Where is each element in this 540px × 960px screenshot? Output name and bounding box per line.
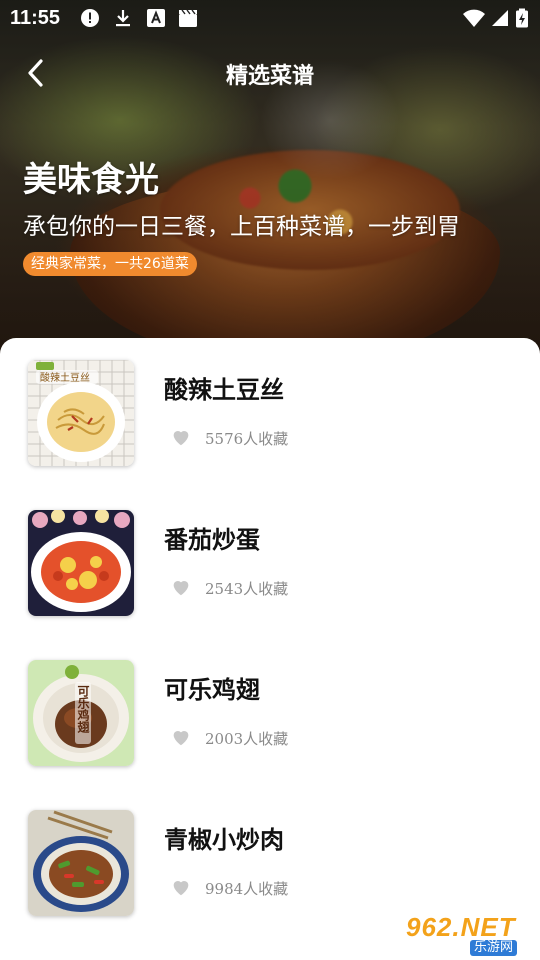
alert-icon (80, 8, 100, 28)
recipe-name: 青椒小炒肉 (164, 825, 284, 854)
site-watermark: 962.NET 乐游网 (402, 912, 534, 956)
list-item-recipe[interactable]: 番茄炒蛋 2543人收藏 (0, 488, 540, 638)
heart-icon (173, 731, 189, 746)
hero-title: 美味食光 (23, 160, 159, 200)
favorite-count: 2003人收藏 (205, 730, 289, 748)
watermark-site-name: 乐游网 (470, 940, 518, 956)
list-item-recipe[interactable]: 酸辣土豆丝 酸辣土豆丝 5576人收藏 (0, 338, 540, 488)
battery-icon (515, 8, 529, 28)
favorite-button[interactable] (170, 426, 192, 448)
page-title: 精选菜谱 (225, 64, 314, 89)
favorite-button[interactable] (170, 576, 192, 598)
wifi-icon (462, 8, 486, 28)
download-icon (113, 8, 133, 28)
recipe-thumbnail: 酸辣土豆丝 (28, 360, 134, 466)
recipe-list: 酸辣土豆丝 酸辣土豆丝 5576人收藏 番茄炒蛋 2543人收藏 可乐鸡翅 可乐… (0, 338, 540, 960)
hero-subtitle: 承包你的一日三餐，上百种菜谱，一步到胃 (23, 214, 460, 240)
thumbnail-caption: 可乐鸡翅 (76, 685, 90, 734)
recipe-thumbnail (28, 510, 134, 616)
favorite-count: 2543人收藏 (205, 580, 289, 598)
favorite-count: 5576人收藏 (205, 430, 289, 448)
heart-icon (173, 581, 189, 596)
recipe-count-badge: 经典家常菜，一共26道菜 (23, 252, 197, 276)
signal-icon (490, 8, 510, 28)
recipe-name: 番茄炒蛋 (164, 525, 260, 554)
text-a-icon (146, 8, 166, 28)
clapperboard-icon (178, 8, 198, 28)
recipe-name: 可乐鸡翅 (164, 675, 260, 704)
recipe-name: 酸辣土豆丝 (164, 375, 284, 404)
favorite-button[interactable] (170, 726, 192, 748)
heart-icon (173, 881, 189, 896)
favorite-count: 9984人收藏 (205, 880, 289, 898)
recipe-thumbnail: 可乐鸡翅 (28, 660, 134, 766)
heart-icon (173, 431, 189, 446)
list-item-recipe[interactable]: 可乐鸡翅 可乐鸡翅 2003人收藏 (0, 638, 540, 788)
favorite-button[interactable] (170, 876, 192, 898)
status-bar: 11:55 (0, 0, 540, 36)
status-time: 11:55 (10, 7, 61, 29)
recipe-thumbnail (28, 810, 134, 916)
thumbnail-caption: 酸辣土豆丝 (40, 371, 90, 384)
watermark-logo: 962.NET (406, 912, 516, 942)
